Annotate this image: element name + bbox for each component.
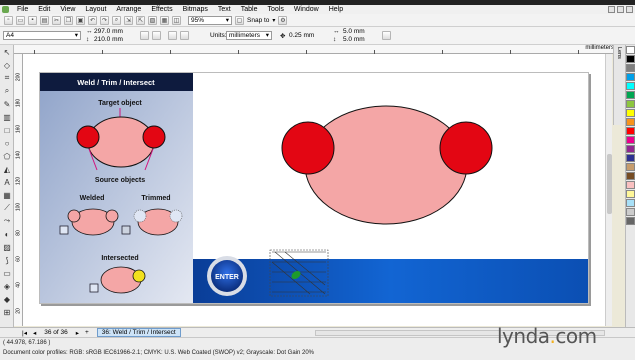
intersect-icon [89,283,99,293]
source-objects-label: Source objects [95,177,145,184]
cursor-coordinates: ( 44.978, 67.186 ) [3,340,51,346]
palette-swatch[interactable] [626,91,635,99]
page-tab[interactable]: 36: Weld / Trim / Intersect [96,328,181,337]
enter-banner [193,259,588,303]
palette-swatch[interactable] [626,46,635,54]
docker-tab[interactable]: Lens [616,47,622,59]
palette-swatch[interactable] [626,172,635,180]
trimmed-label: Trimmed [141,195,170,202]
add-page-icon[interactable]: + [85,329,89,336]
palette-swatch[interactable] [626,208,635,216]
palette-swatch[interactable] [626,217,635,225]
palette-swatch[interactable] [626,73,635,81]
welded-shape-lobe-right [105,209,119,223]
page-count: 36 of 36 [44,329,68,336]
demo-source-circle-right [142,125,166,149]
palette-swatch[interactable] [626,64,635,72]
trimmed-cutout-right [169,209,183,223]
palette-swatch[interactable] [626,199,635,207]
vertical-scrollbar[interactable] [605,54,612,326]
trim-icon [121,225,131,235]
weld-icon [59,225,69,235]
trimmed-cutout-left [133,209,147,223]
lynda-logo: lynda.com [497,324,597,348]
palette-swatch[interactable] [626,118,635,126]
welded-label: Welded [80,195,105,202]
slide-header: Weld / Trim / Intersect [77,78,155,87]
palette-swatch[interactable] [626,109,635,117]
scrollbar-thumb[interactable] [607,154,612,214]
source-circle-right[interactable] [439,121,493,175]
welded-shape-lobe-left [67,209,81,223]
docker-tab-strip[interactable]: Lens [613,45,625,125]
source-circle-left[interactable] [281,121,335,175]
intersected-label: Intersected [101,255,138,262]
palette-swatch[interactable] [626,136,635,144]
intersected-highlight [132,269,146,283]
color-palette [625,45,635,345]
next-page-icon[interactable]: ▸ [76,329,79,337]
target-object-label: Target object [98,100,142,107]
palette-swatch[interactable] [626,190,635,198]
palette-swatch[interactable] [626,127,635,135]
palette-swatch[interactable] [626,145,635,153]
page-artwork: Weld / Trim / Intersect Target object So… [40,73,588,303]
palette-swatch[interactable] [626,154,635,162]
demo-source-circle-left [76,125,100,149]
palette-swatch[interactable] [626,163,635,171]
palette-swatch[interactable] [626,55,635,63]
palette-swatch[interactable] [626,100,635,108]
first-page-icon[interactable]: |◂ [22,329,27,337]
palette-swatch[interactable] [626,181,635,189]
prev-page-icon[interactable]: ◂ [33,329,36,337]
palette-swatch[interactable] [626,82,635,90]
target-ellipse[interactable] [304,105,468,225]
enter-button-label: ENTER [215,274,239,281]
color-profiles-info[interactable]: Document color profiles: RGB: sRGB IEC61… [3,350,314,356]
